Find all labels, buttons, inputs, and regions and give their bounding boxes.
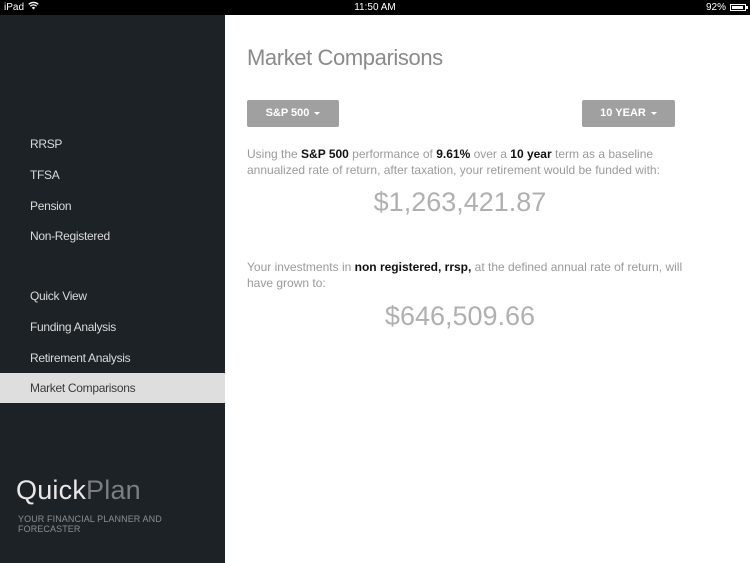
investments-text: Your investments in [247,260,355,274]
app-tagline: YOUR FINANCIAL PLANNER AND FORECASTER [18,514,162,534]
funded-amount: $1,263,421.87 [373,187,547,217]
app-logo: QuickPlan [16,475,141,506]
term-dropdown-label: 10 YEAR [600,107,646,119]
sidebar: Personal Information Retirement Details … [0,15,750,563]
page-title: Market Comparisons [247,45,443,70]
sidebar-item-quick-view[interactable]: Quick View [0,281,225,311]
summary-text: performance of [348,147,437,161]
main-content: Market Comparisons S&P 500 10 YEAR Using… [225,15,750,563]
status-bar: iPad 11:50 AM 92% [0,0,750,15]
term-dropdown[interactable]: 10 YEAR [582,100,675,127]
index-dropdown-label: S&P 500 [265,107,310,119]
caret-down-icon [650,111,657,115]
grown-amount: $646,509.66 [384,301,536,331]
summary-text: Using the [247,147,302,161]
clock: 11:50 AM [354,2,396,13]
battery-icon [730,4,748,11]
battery-fill [732,6,743,9]
sidebar-item-tfsa[interactable]: TFSA [0,160,225,190]
logo-plan: Plan [86,475,141,505]
term-value: 10 year [510,147,552,161]
index-dropdown[interactable]: S&P 500 [247,100,339,127]
rate-value: 9.61% [436,147,471,161]
account-types: non registered, rrsp, [354,260,472,274]
sidebar-item-retirement-analysis[interactable]: Retirement Analysis [0,343,225,373]
funding-summary: Using the S&P 500 performance of 9.61% o… [247,146,667,178]
battery-percent: 92% [705,2,726,13]
caret-down-icon [314,111,321,115]
logo-quick: Quick [16,475,87,505]
sidebar-item-funding-analysis[interactable]: Funding Analysis [0,312,225,342]
sidebar-item-pension[interactable]: Pension [0,191,225,221]
investments-summary: Your investments in non registered, rrsp… [247,259,687,291]
index-name: S&P 500 [301,147,349,161]
sidebar-item-market-comparisons[interactable]: Market Comparisons [0,373,225,403]
sidebar-item-rrsp[interactable]: RRSP [0,129,225,159]
sidebar-item-non-registered[interactable]: Non-Registered [0,221,225,251]
summary-text: over a [470,147,511,161]
